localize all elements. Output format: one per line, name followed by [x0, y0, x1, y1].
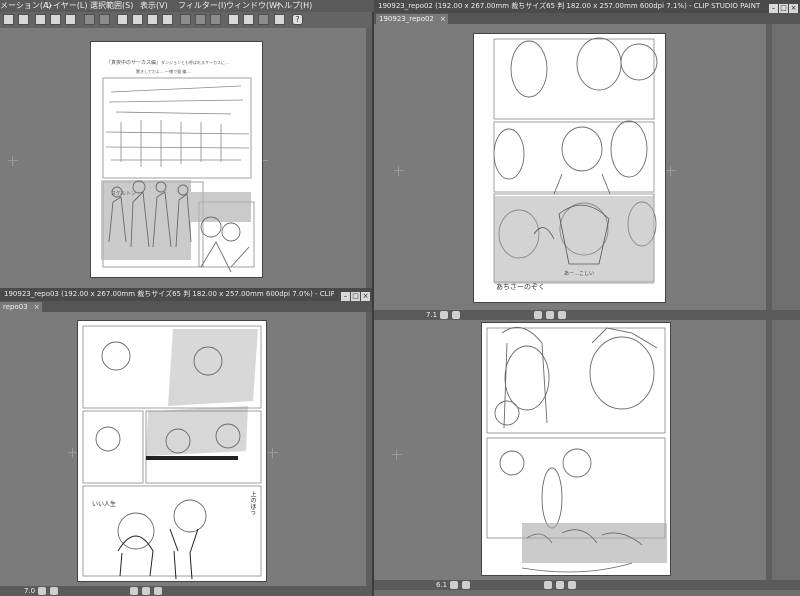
rotate-left-button[interactable] — [130, 587, 138, 595]
status-bar: 7.1 — [374, 310, 800, 320]
new-file-icon[interactable] — [3, 14, 14, 25]
close-button[interactable]: × — [789, 4, 798, 13]
maximize-button[interactable]: □ — [351, 292, 360, 301]
handwritten-caption: あちさーのぞく — [496, 283, 545, 291]
zoom-value: 7.0 — [24, 587, 36, 595]
center-cross-icon — [68, 448, 78, 458]
sparkle-icon[interactable] — [117, 14, 128, 25]
zoom-out-button[interactable] — [440, 311, 448, 319]
menu-layer[interactable]: レイヤー(L) — [45, 0, 87, 12]
crop-icon[interactable] — [162, 14, 173, 25]
minimize-button[interactable]: – — [769, 4, 778, 13]
center-cross-icon — [394, 166, 404, 176]
window-repo04: 6.1 — [374, 320, 800, 596]
brush-icon[interactable] — [243, 14, 254, 25]
zoom-in-button[interactable] — [50, 587, 58, 595]
menu-animation[interactable]: メーション(A) — [0, 0, 52, 12]
window-title: 190923_repo02 (192.00 x 267.00mm 裁ちサイズ65… — [378, 2, 760, 10]
zoom-out-button[interactable] — [38, 587, 46, 595]
handwritten-note: いい人生 — [92, 501, 117, 508]
mask-icon[interactable] — [195, 14, 206, 25]
menu-help[interactable]: ヘルプ(H) — [276, 0, 312, 12]
fill-icon[interactable] — [147, 14, 158, 25]
manga-page-1: 『真夜中のサーカス編』 ダンジョンとも呼ばれるサーカスに… 驚きしてだよ… 一緒… — [91, 42, 262, 277]
center-cross-icon — [268, 448, 278, 458]
open-file-icon[interactable] — [18, 14, 29, 25]
rotate-right-button[interactable] — [142, 587, 150, 595]
zoom-in-icon[interactable] — [35, 14, 46, 25]
vertical-scrollbar[interactable] — [366, 28, 372, 288]
tab-close-icon[interactable]: × — [34, 302, 40, 312]
color-icon[interactable] — [258, 14, 269, 25]
maximize-button[interactable]: □ — [779, 4, 788, 13]
pen-icon[interactable] — [228, 14, 239, 25]
vertical-scrollbar[interactable] — [766, 24, 772, 310]
center-cross-icon — [392, 450, 402, 460]
ruler-icon[interactable] — [210, 14, 221, 25]
handwritten-caption-2: あー…こしい — [564, 271, 595, 277]
vertical-scrollbar[interactable] — [766, 320, 772, 586]
layer-icon[interactable] — [180, 14, 191, 25]
rotate-left-button[interactable] — [534, 311, 542, 319]
graduation-cap-icon[interactable] — [274, 14, 285, 25]
document-tab[interactable]: 190923_repo02 × — [376, 14, 448, 24]
zoom-out-icon[interactable] — [50, 14, 61, 25]
help-icon[interactable]: ? — [292, 14, 303, 25]
sketch-note: スケルトン — [111, 191, 137, 197]
document-tab[interactable]: repo03 × — [0, 302, 42, 312]
center-cross-icon — [8, 156, 18, 166]
zoom-out-button[interactable] — [450, 581, 458, 589]
canvas-window-repo04[interactable] — [374, 320, 766, 586]
reset-rotation-button[interactable] — [568, 581, 576, 589]
menu-selection[interactable]: 選択範囲(S) — [90, 0, 133, 12]
status-bar: 7.0 — [0, 586, 372, 596]
rotate-right-button[interactable] — [556, 581, 564, 589]
zoom-value: 7.1 — [426, 311, 438, 319]
reset-rotation-button[interactable] — [558, 311, 566, 319]
transform-icon[interactable] — [132, 14, 143, 25]
canvas-window-repo02[interactable]: あちさーのぞく あー…こしい — [374, 24, 766, 310]
sketch-drawing — [101, 77, 255, 273]
window-titlebar[interactable]: 190923_repo03 (192.00 x 267.00mm 裁ちサイズ65… — [0, 288, 372, 301]
zoom-value: 6.1 — [436, 581, 448, 589]
status-bar: 6.1 — [374, 580, 800, 590]
window-repo03: 190923_repo03 (192.00 x 267.00mm 裁ちサイズ65… — [0, 288, 372, 596]
sketch-drawing — [82, 325, 262, 580]
rotate-right-button[interactable] — [546, 311, 554, 319]
redo-icon[interactable] — [99, 14, 110, 25]
command-toolbar: ? — [0, 12, 372, 28]
window-repo02: 190923_repo02 (192.00 x 267.00mm 裁ちサイズ65… — [374, 0, 800, 320]
close-button[interactable]: × — [361, 292, 370, 301]
vertical-scrollbar[interactable] — [366, 312, 372, 586]
menu-filter[interactable]: フィルター(I) — [178, 0, 226, 12]
fit-view-icon[interactable] — [65, 14, 76, 25]
center-cross-icon — [666, 166, 676, 176]
sketch-drawing — [486, 326, 667, 573]
reset-rotation-button[interactable] — [154, 587, 162, 595]
handwritten-note-2: 上のほう — [249, 491, 256, 515]
zoom-in-button[interactable] — [462, 581, 470, 589]
undo-icon[interactable] — [84, 14, 95, 25]
window-titlebar[interactable]: 190923_repo02 (192.00 x 267.00mm 裁ちサイズ65… — [374, 0, 800, 13]
tab-close-icon[interactable]: × — [440, 14, 446, 24]
sketch-drawing — [493, 37, 658, 284]
manga-page-3: いい人生 上のほう — [78, 321, 266, 581]
minimize-button[interactable]: – — [341, 292, 350, 301]
zoom-in-button[interactable] — [452, 311, 460, 319]
rotate-left-button[interactable] — [544, 581, 552, 589]
menu-view[interactable]: 表示(V) — [140, 0, 168, 12]
menu-window[interactable]: ウィンドウ(W) — [226, 0, 280, 12]
canvas-window-repo01[interactable]: 『真夜中のサーカス編』 ダンジョンとも呼ばれるサーカスに… 驚きしてだよ… 一緒… — [0, 28, 372, 288]
window-title: 190923_repo03 (192.00 x 267.00mm 裁ちサイズ65… — [4, 290, 334, 298]
canvas-window-repo03[interactable]: いい人生 上のほう — [0, 312, 372, 586]
manga-page-4 — [482, 323, 670, 575]
manga-page-2: あちさーのぞく あー…こしい — [474, 34, 665, 302]
